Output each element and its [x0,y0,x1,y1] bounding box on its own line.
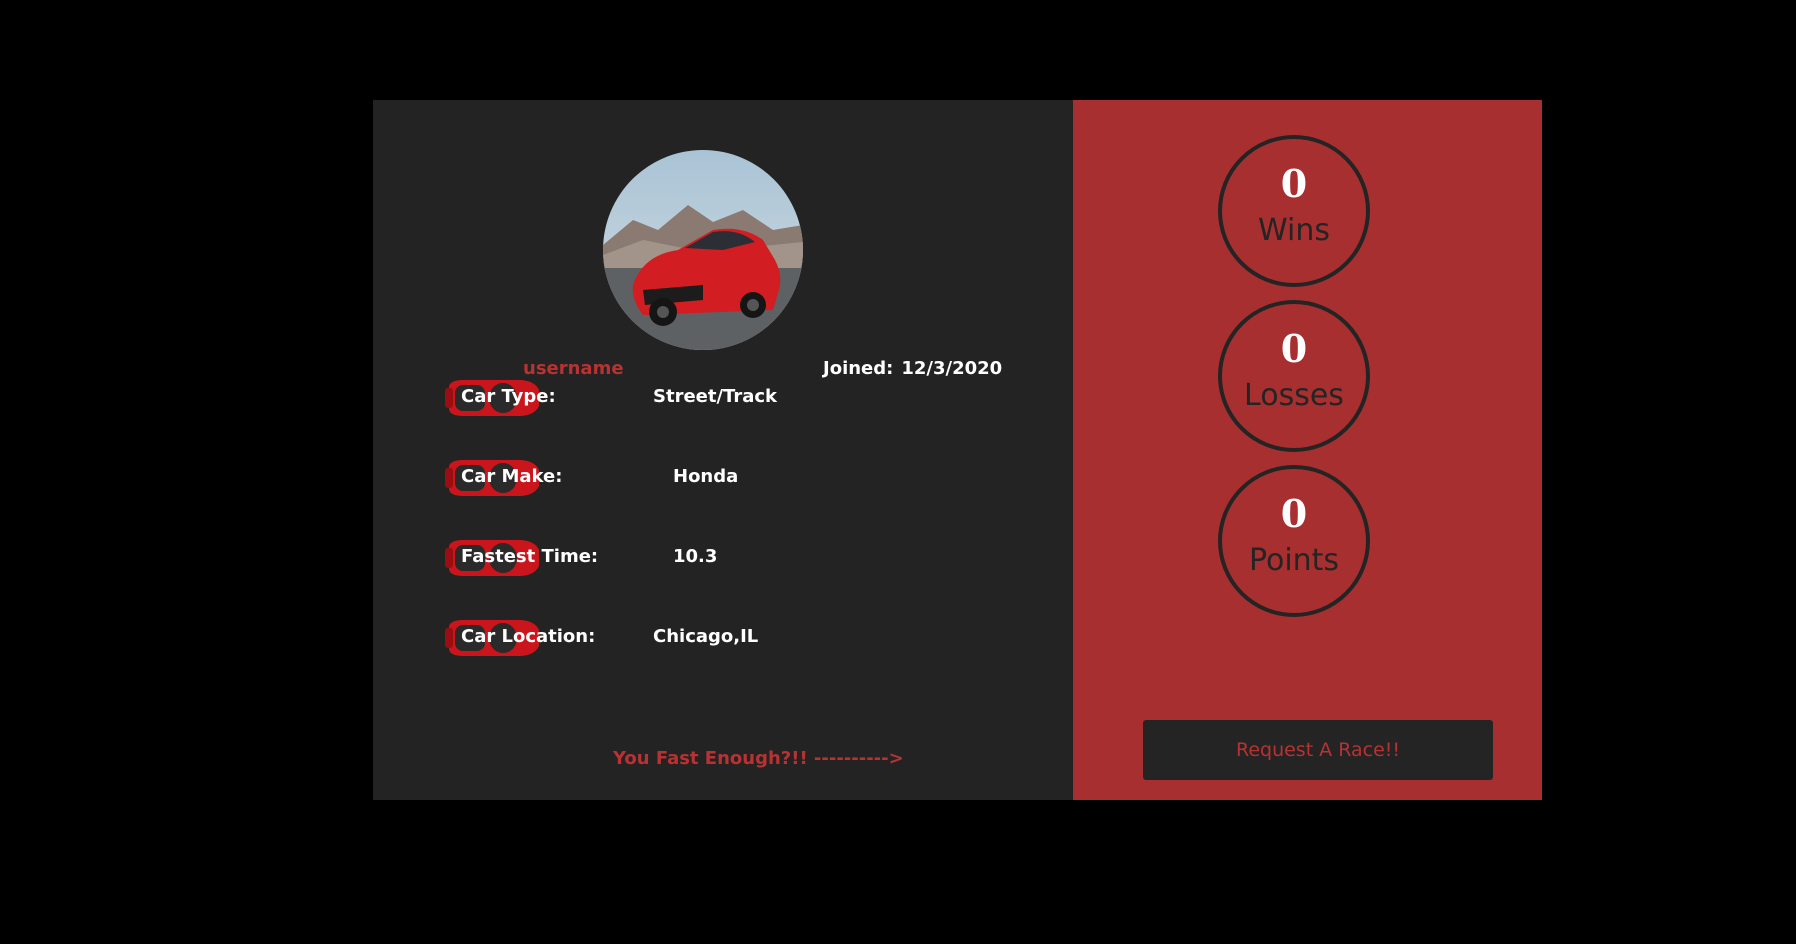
stats-panel: 0 Wins 0 Losses 0 Points Request A Race!… [1073,100,1542,800]
detail-value: Street/Track [653,386,778,407]
detail-label: Car Make: [461,466,563,487]
detail-row-car-type: Car Type: Street/Track [443,376,943,420]
wins-label: Wins [1258,213,1330,248]
detail-value: 10.3 [673,546,718,567]
losses-label: Losses [1244,378,1344,413]
detail-row-fastest-time: Fastest Time: 10.3 [443,536,943,580]
detail-row-car-location: Car Location: Chicago,IL [443,616,943,660]
detail-value: Honda [673,466,739,487]
detail-row-car-make: Car Make: Honda [443,456,943,500]
profile-panel: username Joined: 12/3/2020 Car Type: Stre… [373,100,1073,800]
detail-label: Fastest Time: [461,546,599,567]
losses-stat: 0 Losses [1218,300,1370,452]
avatar [603,150,803,350]
car-photo-icon [603,150,803,350]
request-race-button[interactable]: Request A Race!! [1143,720,1493,780]
points-count: 0 [1280,491,1308,536]
detail-label: Car Type: [461,386,556,407]
wins-stat: 0 Wins [1218,135,1370,287]
losses-count: 0 [1280,326,1308,371]
profile-card: username Joined: 12/3/2020 Car Type: Stre… [373,100,1542,800]
tagline: You Fast Enough?!! ----------> [613,748,904,769]
detail-value: Chicago,IL [653,626,759,647]
points-label: Points [1248,543,1340,578]
detail-label: Car Location: [461,626,596,647]
wins-count: 0 [1280,161,1308,206]
points-stat: 0 Points [1218,465,1370,617]
